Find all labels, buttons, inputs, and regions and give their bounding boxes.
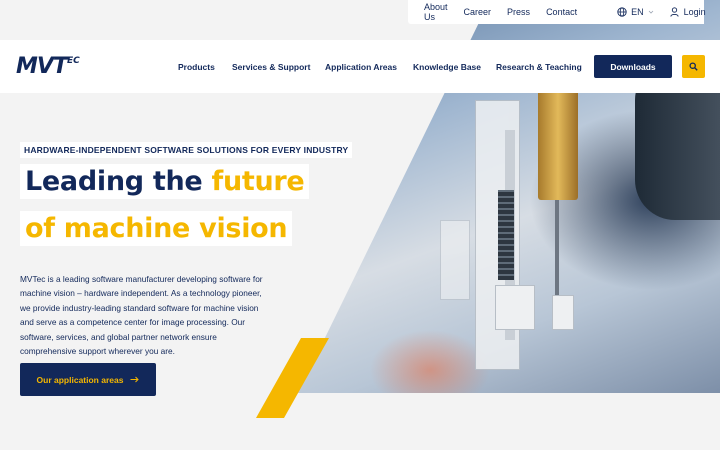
application-areas-button[interactable]: Our application areas — [20, 363, 156, 396]
logo-suffix: EC — [66, 56, 80, 66]
login-link[interactable]: Login — [669, 7, 706, 17]
machine-block — [495, 285, 535, 330]
nav-products[interactable]: Products — [178, 62, 215, 72]
headline-text: Leading the — [25, 166, 212, 197]
headline-line-1: Leading the future — [20, 164, 310, 199]
cta-label: Our application areas — [36, 374, 124, 385]
hero-eyebrow: HARDWARE-INDEPENDENT SOFTWARE SOLUTIONS … — [20, 142, 353, 158]
user-icon — [669, 7, 679, 17]
nav-application-areas[interactable]: Application Areas — [325, 62, 397, 72]
nav-research-teaching[interactable]: Research & Teaching — [496, 62, 582, 72]
search-icon — [689, 62, 698, 71]
machine-needle — [555, 200, 559, 310]
globe-icon — [617, 7, 627, 17]
mvtec-logo[interactable]: MVTEC — [16, 54, 80, 79]
machine-spring — [498, 190, 514, 280]
language-label: EN — [631, 7, 644, 17]
hero-description: MVTec is a leading software manufacturer… — [20, 274, 263, 357]
chevron-down-icon — [648, 10, 653, 14]
downloads-button[interactable]: Downloads — [594, 55, 672, 78]
press-link[interactable]: Press — [507, 7, 530, 17]
about-us-link[interactable]: About Us — [424, 2, 448, 22]
nav-knowledge-base[interactable]: Knowledge Base — [413, 62, 481, 72]
machine-gripper — [552, 295, 574, 330]
utility-bar: About Us Career Press Contact EN Login — [408, 0, 706, 24]
search-button[interactable] — [682, 55, 705, 78]
nav-services-support[interactable]: Services & Support — [232, 62, 310, 72]
bottom-section — [0, 420, 720, 450]
contact-link[interactable]: Contact — [546, 7, 577, 17]
arrow-right-icon — [130, 376, 140, 383]
language-selector[interactable]: EN — [617, 7, 654, 17]
career-link[interactable]: Career — [464, 7, 492, 17]
headline-line-2: of machine vision — [20, 211, 293, 246]
login-label: Login — [683, 7, 706, 17]
machine-bg-part — [440, 220, 470, 300]
headline-highlight: future — [211, 166, 305, 197]
logo-text: MVT — [16, 54, 68, 79]
